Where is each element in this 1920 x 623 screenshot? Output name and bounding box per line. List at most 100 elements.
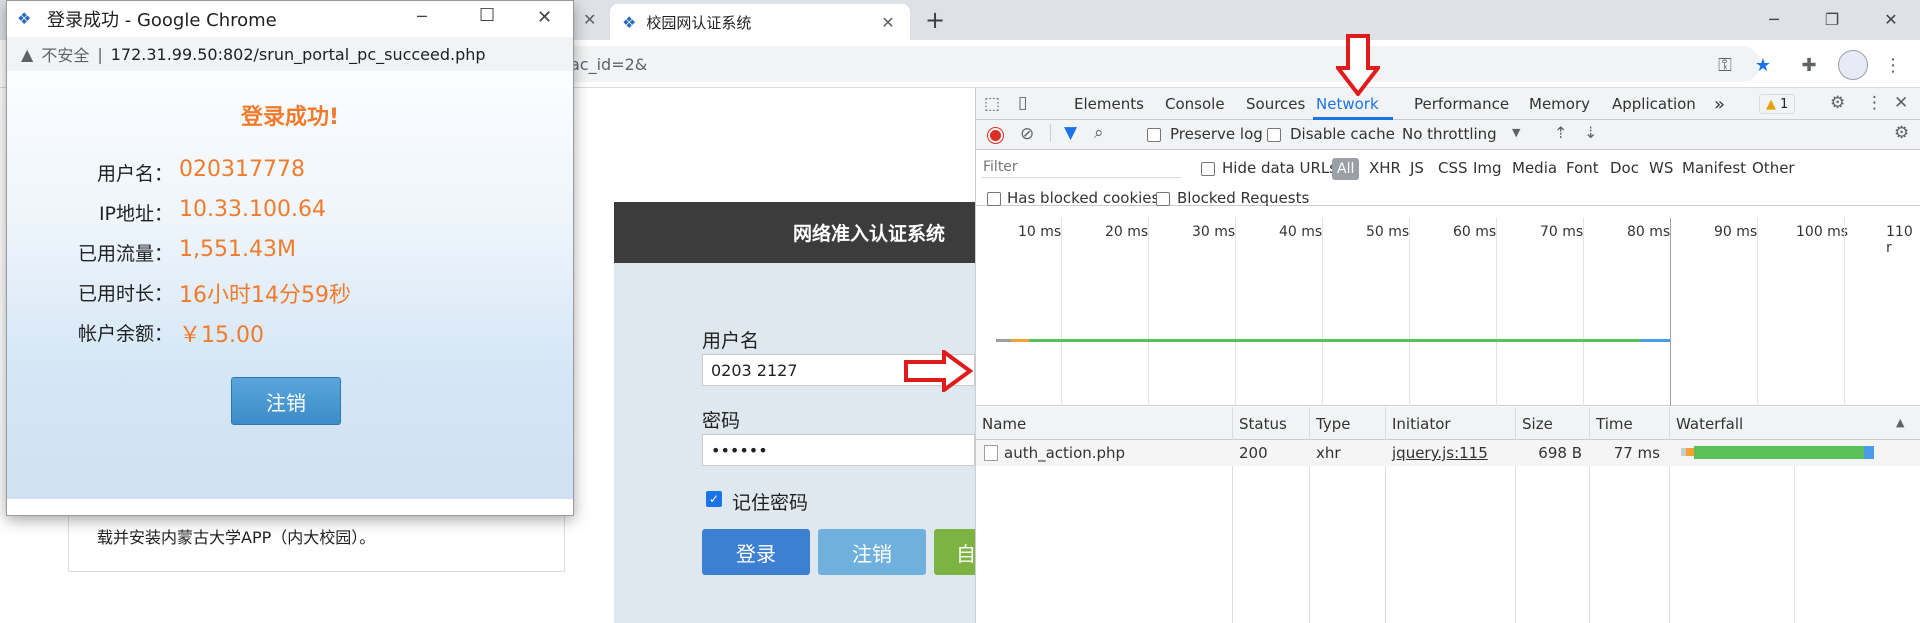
preserve-log-label: Preserve log [1170, 125, 1263, 143]
tab-title: 校园网认证系统 [646, 13, 752, 32]
omnibox[interactable]: ac_id=2& [470, 46, 1760, 82]
type-filter-xhr[interactable]: XHR [1369, 159, 1401, 177]
filter-input[interactable] [981, 156, 1181, 178]
request-name[interactable]: auth_action.php [1004, 444, 1125, 462]
col-status[interactable]: Status [1239, 415, 1287, 433]
tick-label: 80 ms [1627, 224, 1671, 240]
tab-console[interactable]: Console [1165, 88, 1225, 120]
device-toolbar-icon[interactable]: ▯ [1018, 93, 1027, 113]
record-icon[interactable] [988, 128, 1003, 143]
overview-timeline: 10 ms 20 ms 30 ms 40 ms 50 ms 60 ms 70 m… [976, 218, 1920, 406]
password-label: 密码 [702, 410, 741, 432]
popup-address-bar[interactable]: ▲ 不安全 | 172.31.99.50:802/srun_portal_pc_… [7, 37, 573, 71]
type-filter-other[interactable]: Other [1752, 159, 1795, 177]
tick-label: 70 ms [1540, 224, 1584, 240]
settings-gear-icon[interactable]: ⚙ [1830, 93, 1845, 113]
main-minimize-button[interactable]: ─ [1745, 0, 1803, 38]
chrome-menu-icon[interactable]: ⋮ [1880, 52, 1906, 78]
tick-label: 100 ms [1796, 224, 1849, 240]
tab-performance[interactable]: Performance [1414, 88, 1509, 120]
request-size: 698 B [1538, 444, 1582, 462]
sort-ascending-icon[interactable]: ▲ [1896, 416, 1904, 429]
import-har-icon[interactable]: ⇡ [1554, 123, 1567, 142]
col-size[interactable]: Size [1522, 415, 1553, 433]
main-restore-button[interactable]: ❐ [1803, 0, 1861, 38]
key-icon[interactable]: ⚿ [1712, 52, 1738, 78]
extensions-icon[interactable]: ✚ [1796, 52, 1822, 78]
chevron-down-icon[interactable]: ▼ [1512, 126, 1520, 139]
popup-minimize-button[interactable]: ─ [417, 7, 427, 26]
grid-line [1148, 218, 1149, 406]
search-icon[interactable]: ⌕ [1094, 123, 1104, 143]
type-filter-js[interactable]: JS [1410, 159, 1424, 177]
traffic-info-label: 已用流量： [77, 243, 173, 265]
red-arrow-right-icon [904, 350, 974, 392]
devtools-menu-icon[interactable]: ⋮ [1866, 93, 1883, 113]
success-heading: 登录成功! [240, 105, 340, 130]
clear-icon[interactable]: ⊘ [1020, 124, 1034, 144]
password-field[interactable]: •••••• [702, 434, 975, 466]
tab-sources[interactable]: Sources [1246, 88, 1305, 120]
hide-data-urls-checkbox[interactable] [1201, 162, 1215, 176]
type-filter-all[interactable]: All [1332, 158, 1360, 180]
col-time[interactable]: Time [1596, 415, 1633, 433]
request-initiator-link[interactable]: jquery.js:115 [1392, 444, 1488, 462]
grid-line [1757, 218, 1758, 406]
tab-memory[interactable]: Memory [1529, 88, 1590, 120]
popup-close-button[interactable]: ✕ [537, 7, 552, 28]
type-filter-manifest[interactable]: Manifest [1682, 159, 1746, 177]
more-tabs-button[interactable]: » [1714, 88, 1725, 120]
red-arrow-down-icon [1336, 34, 1380, 96]
col-initiator[interactable]: Initiator [1392, 415, 1451, 433]
type-filter-ws[interactable]: WS [1649, 159, 1673, 177]
tab-elements[interactable]: Elements [1074, 88, 1144, 120]
new-tab-button[interactable]: + [925, 6, 945, 34]
remember-checkbox[interactable]: ✓ [706, 491, 722, 507]
preserve-log-checkbox[interactable] [1147, 128, 1161, 142]
col-name[interactable]: Name [982, 415, 1026, 433]
timing-stalled [1011, 339, 1029, 342]
bookmark-star-icon[interactable]: ★ [1750, 52, 1776, 78]
tab-campus-auth[interactable]: ❖ 校园网认证系统 ✕ [610, 4, 910, 40]
address-separator: | [97, 44, 103, 64]
throttling-select[interactable]: No throttling [1402, 125, 1497, 143]
col-waterfall[interactable]: Waterfall [1676, 415, 1743, 433]
portal-third-button[interactable]: 自 [934, 529, 976, 575]
waterfall-waiting [1694, 446, 1864, 459]
username-label: 用户名 [702, 330, 760, 352]
grid-line [1670, 218, 1671, 406]
profile-avatar[interactable] [1838, 50, 1868, 80]
blocked-requests-checkbox[interactable] [1156, 192, 1170, 206]
waterfall-download [1864, 446, 1874, 459]
main-close-button[interactable]: ✕ [1862, 0, 1920, 38]
tick-label: 60 ms [1453, 224, 1497, 240]
filter-funnel-icon[interactable]: ▼ [1064, 123, 1077, 143]
grid-line [1235, 218, 1236, 406]
prev-tab-close-icon[interactable]: ✕ [583, 10, 596, 29]
portal-logout-button[interactable]: 注销 [818, 529, 926, 575]
popup-logout-button[interactable]: 注销 [231, 377, 341, 425]
request-status: 200 [1239, 444, 1268, 462]
type-filter-media[interactable]: Media [1512, 159, 1557, 177]
type-filter-font[interactable]: Font [1566, 159, 1599, 177]
warnings-badge[interactable]: ▲ 1 [1759, 94, 1796, 114]
balance-info-label: 帐户余额： [77, 323, 173, 345]
portal-login-button[interactable]: 登录 [702, 529, 810, 575]
export-har-icon[interactable]: ⇣ [1584, 123, 1597, 142]
has-blocked-cookies-checkbox[interactable] [987, 192, 1001, 206]
tab-application[interactable]: Application [1612, 88, 1696, 120]
portal-header: 网络准入认证系统 [614, 202, 975, 263]
type-filter-doc[interactable]: Doc [1610, 159, 1639, 177]
col-type[interactable]: Type [1316, 415, 1350, 433]
tab-close-icon[interactable]: ✕ [878, 13, 898, 32]
type-filter-css[interactable]: CSS [1438, 159, 1468, 177]
inspect-element-icon[interactable]: ⬚ [984, 94, 1000, 114]
document-icon [984, 445, 998, 461]
devtools-close-icon[interactable]: ✕ [1894, 93, 1908, 113]
type-filter-img[interactable]: Img [1473, 159, 1502, 177]
grid-line [1061, 218, 1062, 406]
table-row[interactable]: auth_action.php 200 xhr jquery.js:115 69… [976, 440, 1920, 466]
network-settings-icon[interactable]: ⚙ [1894, 123, 1909, 143]
disable-cache-checkbox[interactable] [1267, 128, 1281, 142]
popup-maximize-button[interactable]: ☐ [479, 5, 495, 26]
